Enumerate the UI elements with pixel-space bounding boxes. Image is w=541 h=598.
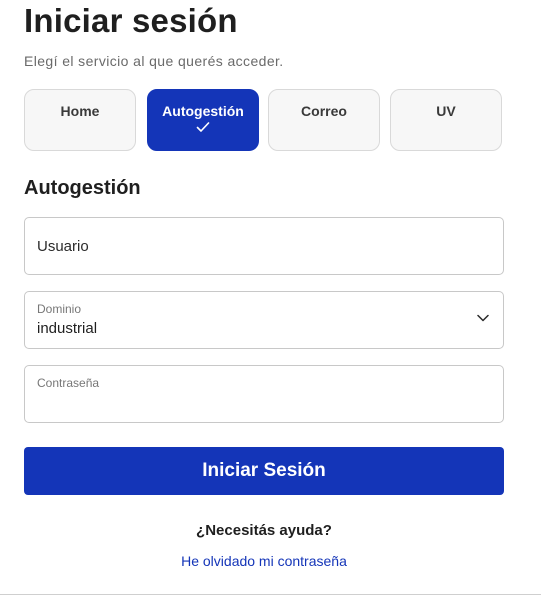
page-title: Iniciar sesión — [24, 2, 238, 39]
service-selector: Home Autogestión Correo UV — [24, 89, 505, 153]
check-icon — [196, 122, 210, 132]
help-heading: ¿Necesitás ayuda? — [196, 522, 332, 539]
service-tile-uv[interactable]: UV — [390, 89, 502, 151]
domain-select[interactable]: Dominio industrial — [24, 291, 504, 349]
forgot-password-link[interactable]: He olvidado mi contraseña — [24, 553, 504, 569]
login-page: Iniciar sesión Elegí el servicio al que … — [0, 0, 541, 598]
domain-label: Dominio — [37, 302, 82, 316]
password-input[interactable] — [37, 386, 487, 420]
domain-value: industrial — [37, 320, 98, 337]
service-tile-autogestion[interactable]: Autogestión — [147, 89, 259, 151]
page-subtitle: Elegí el servicio al que querés acceder. — [24, 53, 284, 69]
service-tile-correo[interactable]: Correo — [268, 89, 380, 151]
service-tile-label: Home — [60, 103, 100, 119]
service-tile-label: UV — [436, 103, 456, 119]
login-button[interactable]: Iniciar Sesión — [24, 447, 504, 495]
service-tile-label: Autogestión — [162, 103, 244, 119]
form-section-title: Autogestión — [24, 177, 141, 199]
username-field — [24, 217, 504, 275]
bottom-divider — [0, 594, 541, 595]
password-field: Contraseña — [24, 365, 504, 423]
username-input[interactable] — [37, 218, 487, 274]
service-tile-label: Correo — [301, 103, 347, 119]
chevron-down-icon — [477, 314, 489, 322]
service-tile-home[interactable]: Home — [24, 89, 136, 151]
